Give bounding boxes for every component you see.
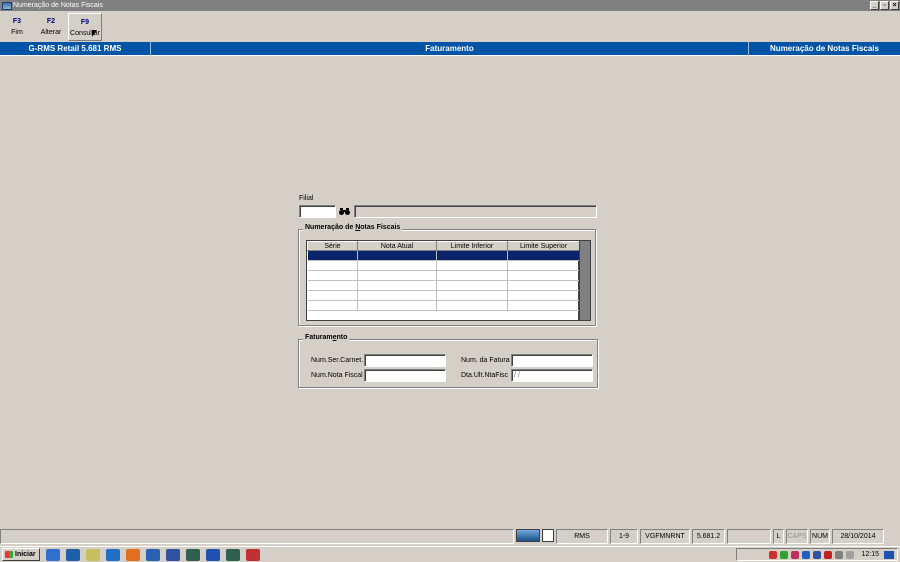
status-num: NUM: [810, 529, 830, 544]
tray-icon-3[interactable]: [791, 550, 800, 559]
status-caps: CAPS: [786, 529, 808, 544]
browser-icon[interactable]: [146, 548, 160, 561]
status-message: [0, 529, 514, 544]
dta-ult-label: Dta.Ult.NtaFisc: [461, 372, 509, 379]
table-row[interactable]: [307, 260, 580, 271]
table-row[interactable]: [307, 250, 580, 261]
num-nota-fiscal-input[interactable]: [364, 369, 446, 382]
title-bar: Numeração de Notas Fiscais _ ▫ ×: [0, 0, 900, 11]
f2-key: F2: [46, 18, 56, 25]
notas-grid[interactable]: Série Nota Atual Limite Inferior Limite …: [306, 240, 580, 321]
tray-icon-5[interactable]: [813, 550, 822, 559]
table-row[interactable]: [307, 290, 580, 301]
status-program: VGFMNRNT: [640, 529, 690, 544]
taskbar: Iniciar 12:15: [0, 546, 900, 562]
outlook-icon[interactable]: [106, 548, 120, 561]
network-tool-icon-2[interactable]: [226, 548, 240, 561]
grid-scrollbar[interactable]: [579, 240, 591, 321]
status-rms: RMS: [556, 529, 608, 544]
settings-app-icon[interactable]: [246, 548, 260, 561]
status-version: 5.681.2: [692, 529, 725, 544]
show-desktop-icon[interactable]: [884, 551, 894, 559]
status-l: L: [773, 529, 784, 544]
num-fatura-label: Num. da Fatura: [461, 357, 510, 364]
filial-label: Filial: [299, 195, 314, 202]
restore-button[interactable]: ▫: [880, 1, 889, 10]
folder-icon[interactable]: [86, 548, 100, 561]
num-fatura-input[interactable]: [511, 354, 593, 367]
status-date: 28/10/2014: [832, 529, 884, 544]
fim-button[interactable]: F3 Fim: [0, 13, 34, 41]
tray-icon-2[interactable]: [780, 550, 789, 559]
f9-key: F9: [80, 19, 90, 26]
firefox-icon[interactable]: [126, 548, 140, 561]
ie-icon[interactable]: [46, 548, 60, 561]
status-pages: 1-9: [610, 529, 638, 544]
num-ser-carnet-input[interactable]: [364, 354, 446, 367]
status-bar: RMS 1-9 VGFMNRNT 5.681.2 L CAPS NUM 28/1…: [0, 529, 900, 545]
word-icon[interactable]: [206, 548, 220, 561]
minimize-button[interactable]: _: [870, 1, 879, 10]
start-label: Iniciar: [15, 551, 36, 558]
mouse-cursor-icon: [92, 30, 97, 37]
clock: 12:15: [861, 551, 879, 558]
alterar-button[interactable]: F2 Alterar: [34, 13, 68, 41]
num-ser-carnet-label: Num.Ser.Carnet.: [311, 357, 364, 364]
start-button[interactable]: Iniciar: [2, 548, 40, 561]
table-row[interactable]: [307, 270, 580, 281]
system-tray: 12:15: [736, 548, 898, 561]
dta-ult-input[interactable]: / /: [511, 369, 593, 382]
filial-input[interactable]: [299, 205, 336, 218]
status-empty: [727, 529, 771, 544]
col-limite-inferior[interactable]: Limite Inferior: [436, 241, 508, 251]
table-row[interactable]: [307, 280, 580, 291]
alterar-label: Alterar: [40, 29, 62, 36]
windows-flag-icon: [5, 551, 13, 558]
tray-icon-4[interactable]: [802, 550, 811, 559]
app-icon-oo[interactable]: [166, 548, 180, 561]
document-icon: [542, 529, 554, 542]
module-name: Faturamento: [151, 42, 749, 56]
app-version: G-RMS Retail 5.681 RMS: [0, 42, 151, 56]
lync-icon[interactable]: [66, 548, 80, 561]
faturamento-group-title: Faturamento: [303, 334, 350, 341]
col-serie[interactable]: Série: [307, 241, 358, 251]
col-limite-superior[interactable]: Limite Superior: [507, 241, 580, 251]
numeracao-group-title: Numeração de Notas Fiscais: [303, 224, 403, 231]
tray-icon-7[interactable]: [835, 550, 844, 559]
f3-key: F3: [12, 18, 22, 25]
filial-description: [354, 205, 597, 218]
num-nota-fiscal-label: Num.Nota Fiscal: [311, 372, 363, 379]
fim-label: Fim: [11, 29, 23, 36]
table-row[interactable]: [307, 300, 580, 311]
close-button[interactable]: ×: [890, 1, 899, 10]
screen-name: Numeração de Notas Fiscais: [770, 44, 879, 53]
network-icon: [516, 529, 540, 542]
volume-icon[interactable]: [846, 550, 855, 559]
window-title: Numeração de Notas Fiscais: [13, 2, 103, 9]
tray-icon-1[interactable]: [769, 550, 778, 559]
tray-icon-6[interactable]: [824, 550, 833, 559]
header-bar: G-RMS Retail 5.681 RMS Faturamento Numer…: [0, 42, 900, 56]
function-key-toolbar: F3 Fim F2 Alterar F9 Consultar: [0, 12, 900, 41]
network-tool-icon[interactable]: [186, 548, 200, 561]
binoculars-icon[interactable]: [338, 205, 351, 218]
app-icon: [2, 1, 12, 10]
col-nota-atual[interactable]: Nota Atual: [357, 241, 437, 251]
